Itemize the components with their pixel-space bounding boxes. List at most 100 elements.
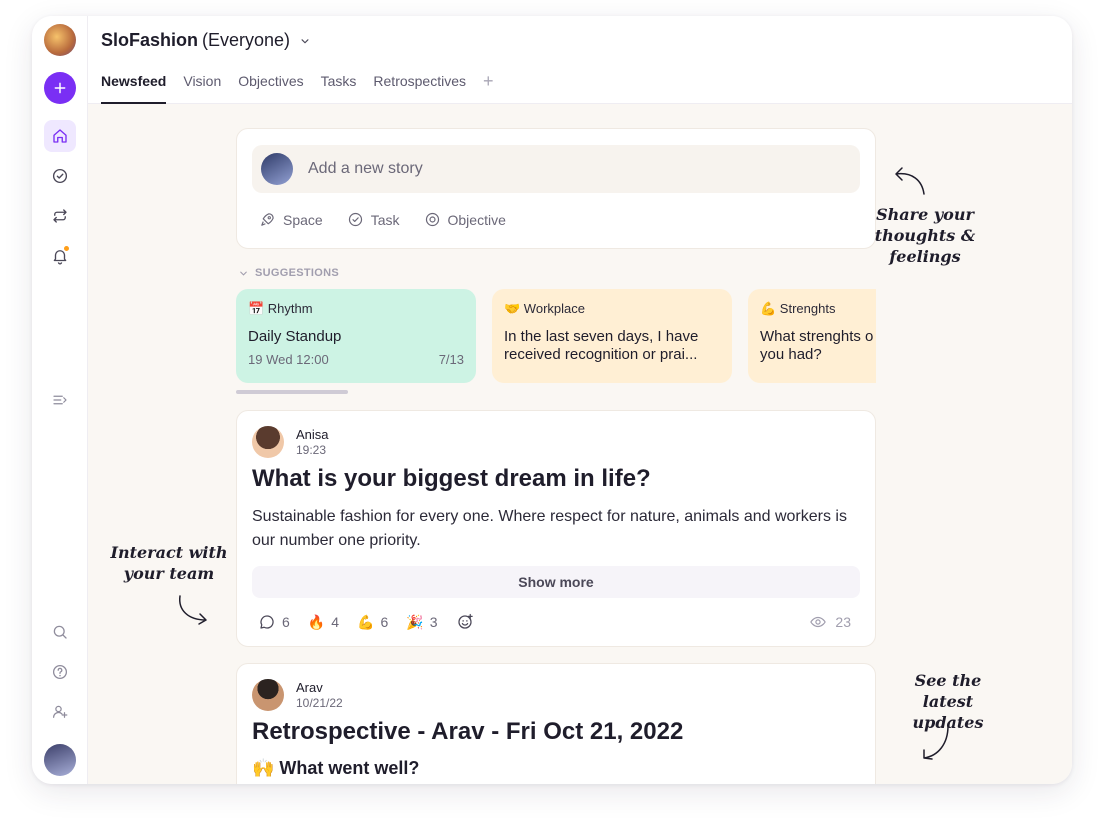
- fire-icon: 🔥: [307, 613, 326, 630]
- note-interact: Interact with your team: [104, 542, 234, 584]
- reaction-count: 3: [429, 614, 438, 630]
- reaction-fire[interactable]: 🔥 4: [308, 614, 339, 631]
- view-count: 23: [809, 613, 851, 631]
- post-title: Retrospective - Arav - Fri Oct 21, 2022: [252, 718, 684, 745]
- post-section-heading: 🙌 What went well?: [252, 758, 420, 778]
- plus-icon: [54, 82, 66, 94]
- post-body: Sustainable fashion for every one. Where…: [252, 508, 847, 549]
- party-icon: 🎉: [406, 613, 424, 630]
- expand-menu-icon: [53, 395, 67, 405]
- tab-retrospectives[interactable]: Retrospectives: [373, 72, 466, 104]
- suggestions-carousel[interactable]: 📅 Rhythm Daily Standup 19 Wed 12:00 7/13…: [236, 289, 876, 385]
- workspace-scope: (Everyone): [202, 30, 291, 50]
- author-avatar[interactable]: [252, 679, 284, 711]
- note-line: Interact with: [110, 543, 228, 562]
- comments-button[interactable]: 6: [258, 613, 290, 631]
- suggestion-card-rhythm[interactable]: 📅 Rhythm Daily Standup 19 Wed 12:00 7/13: [236, 289, 476, 383]
- note-line: your team: [123, 564, 215, 583]
- add-reaction-button[interactable]: [456, 613, 474, 631]
- notification-dot: [63, 245, 70, 252]
- suggestion-card-workplace[interactable]: 🤝 Workplace In the last seven days, I ha…: [492, 289, 732, 383]
- newsfeed-area: Add a new story Space Task Objective SUG…: [88, 104, 1072, 784]
- suggestion-text: What strenghts o: [760, 328, 874, 345]
- check-circle-icon: [52, 168, 68, 184]
- tab-newsfeed[interactable]: Newsfeed: [101, 72, 167, 104]
- carousel-scrollbar[interactable]: [236, 390, 348, 394]
- post-time: 10/21/22: [296, 696, 343, 710]
- chevron-down-icon: [240, 271, 247, 276]
- suggestion-progress: 7/13: [438, 352, 464, 367]
- suggestion-text-continued: received recognition or prai...: [504, 346, 698, 363]
- post-time: 19:23: [296, 443, 327, 457]
- new-story-input[interactable]: Add a new story: [252, 145, 860, 193]
- nav-help[interactable]: [44, 656, 76, 688]
- note-line: Share your: [876, 205, 974, 224]
- nav-retrospectives[interactable]: [44, 200, 76, 232]
- views-number: 23: [835, 614, 851, 630]
- composer-actions: Space Task Objective: [259, 211, 506, 228]
- arrow-icon: [923, 725, 949, 760]
- nav-search[interactable]: [44, 616, 76, 648]
- new-story-placeholder: Add a new story: [308, 160, 423, 177]
- search-icon: [53, 625, 67, 639]
- task-button[interactable]: Task: [347, 211, 400, 228]
- objective-label: Objective: [447, 211, 506, 228]
- note-line: thoughts & feelings: [874, 226, 976, 266]
- post-author[interactable]: Anisa: [296, 427, 329, 442]
- objective-button[interactable]: Objective: [424, 211, 506, 228]
- tab-vision[interactable]: Vision: [183, 72, 221, 104]
- create-button[interactable]: [44, 72, 76, 104]
- post-card: Arav 10/21/22 Retrospective - Arav - Fri…: [236, 663, 876, 784]
- suggestion-text: Daily Standup: [248, 328, 342, 345]
- members-bar: [1064, 104, 1072, 784]
- suggestions-toggle[interactable]: SUGGESTIONS: [238, 267, 339, 279]
- reaction-count: 4: [331, 614, 340, 630]
- suggestion-text-continued: you had?: [760, 346, 822, 363]
- comment-icon: [260, 615, 274, 629]
- space-button[interactable]: Space: [259, 211, 323, 228]
- show-more-button[interactable]: Show more: [252, 566, 860, 598]
- reaction-party[interactable]: 🎉 3: [406, 614, 437, 631]
- suggestion-category: 💪 Strenghts: [760, 301, 836, 316]
- add-tab-icon[interactable]: +: [483, 72, 494, 104]
- workspace-switcher[interactable]: SloFashion (Everyone): [101, 30, 312, 51]
- note-share: Share your thoughts & feelings: [840, 204, 1010, 267]
- suggestions-label: SUGGESTIONS: [255, 267, 339, 279]
- story-composer: Add a new story Space Task Objective: [236, 128, 876, 249]
- chevron-down-icon: [301, 38, 309, 43]
- suggestion-text: In the last seven days, I have: [504, 328, 699, 345]
- nav-tasks[interactable]: [44, 160, 76, 192]
- repeat-icon: [53, 209, 67, 223]
- nav-invite[interactable]: [44, 696, 76, 728]
- tab-objectives[interactable]: Objectives: [238, 72, 303, 104]
- my-avatar[interactable]: [44, 744, 76, 776]
- workspace-avatar[interactable]: [44, 24, 76, 56]
- suggestion-card-strengths[interactable]: 💪 Strenghts What strenghts o you had?: [748, 289, 876, 383]
- check-circle-icon: [348, 212, 362, 227]
- arrow-icon: [895, 167, 925, 195]
- nav-notifications[interactable]: [44, 240, 76, 272]
- muscle-icon: 💪: [357, 613, 375, 630]
- add-emoji-icon: [457, 613, 473, 629]
- suggestion-category: 🤝 Workplace: [504, 301, 585, 316]
- home-icon: [53, 129, 67, 143]
- task-label: Task: [370, 211, 400, 228]
- post-card: Anisa 19:23 What is your biggest dream i…: [236, 410, 876, 647]
- top-header: SloFashion (Everyone) Newsfeed Vision Ob…: [88, 16, 1072, 104]
- note-line: See the latest: [914, 671, 982, 711]
- reaction-count: 6: [380, 614, 389, 630]
- author-avatar[interactable]: [252, 426, 284, 458]
- comments-count: 6: [282, 614, 290, 630]
- nav-home[interactable]: [44, 120, 76, 152]
- tab-tasks[interactable]: Tasks: [321, 72, 357, 104]
- post-author[interactable]: Arav: [296, 680, 323, 695]
- suggestion-category: 📅 Rhythm: [248, 301, 313, 316]
- target-icon: [425, 212, 439, 227]
- composer-avatar: [261, 153, 293, 185]
- nav-expand[interactable]: [44, 384, 76, 416]
- reaction-muscle[interactable]: 💪 6: [357, 614, 388, 631]
- tab-bar: Newsfeed Vision Objectives Tasks Retrosp…: [101, 72, 494, 104]
- reaction-bar: 6 🔥 4 💪 6 🎉 3: [258, 613, 474, 631]
- add-user-icon: [52, 705, 68, 718]
- space-label: Space: [283, 211, 323, 228]
